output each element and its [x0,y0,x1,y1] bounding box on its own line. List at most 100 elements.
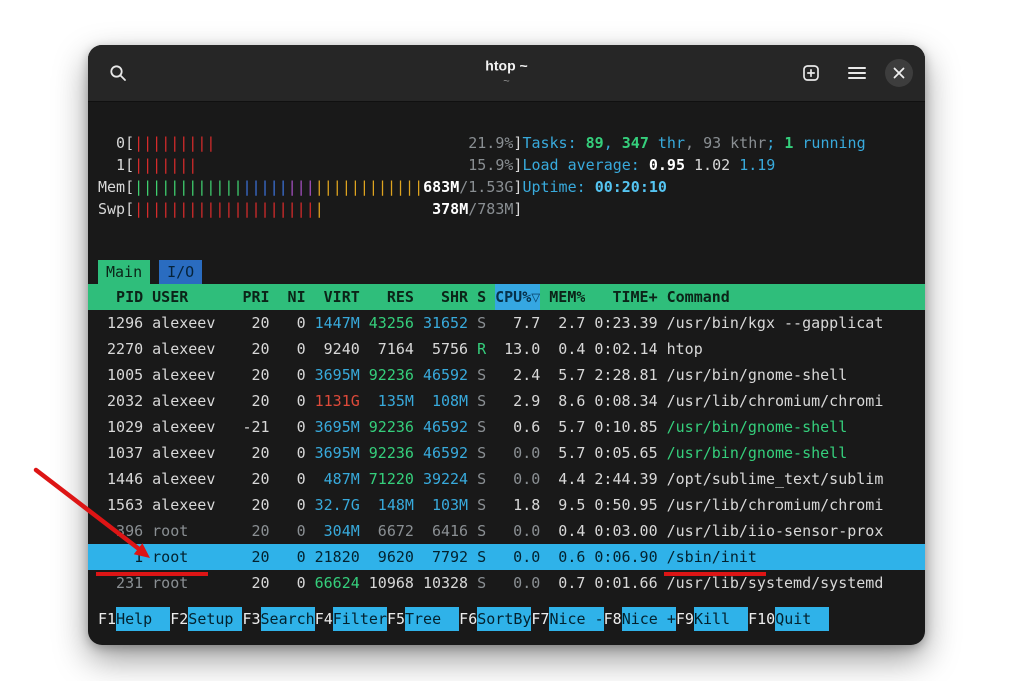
meter-bracket: [ [125,154,134,176]
cell-cpu: 0.0 [495,544,540,570]
cell-res: 43256 [369,310,414,336]
cell-pid: 2032 [98,388,143,414]
cell-virt: 3695M [315,362,360,388]
cell-mem: 4.4 [549,466,585,492]
process-row-pid-1005[interactable]: 1005alexeev2003695M9223646592S2.45.72:28… [88,362,925,388]
cell-s: S [477,440,486,466]
fkey-f7-nice[interactable]: F7Nice - [531,607,603,631]
meter-spacer [324,198,432,220]
column-header-mem[interactable]: MEM% [549,284,585,310]
cell-command: htop [667,336,915,362]
column-header-cpu[interactable]: CPU%▽ [495,284,540,310]
meter-bars: |||||||||21.9% [134,132,513,154]
text-token [730,156,739,174]
fkey-f1-help[interactable]: F1Help [98,607,170,631]
tab-main[interactable]: Main [98,260,150,284]
cell-s: S [477,518,486,544]
cell-s: S [477,492,486,518]
menu-button[interactable] [839,55,875,91]
meter-bars: ||||||||||||||||||||||||||||||||683M/1.5… [134,176,513,198]
process-row-pid-2270[interactable]: 2270alexeev200924071645756R13.00.40:02.1… [88,336,925,362]
fkey-label: Nice + [622,607,676,631]
cell-ni: 0 [279,440,306,466]
fkey-number: F8 [604,607,622,631]
column-header-command[interactable]: Command [667,284,915,310]
meter-bars: |||||||||||||||||||||378M/783M [134,198,513,220]
meter-spacer [197,154,468,176]
fkey-f6-sortby[interactable]: F6SortBy [459,607,531,631]
column-header-virt[interactable]: VIRT [315,284,360,310]
cell-res: 71220 [369,466,414,492]
process-row-pid-1029[interactable]: 1029alexeev-2103695M9223646592S0.65.70:1… [88,414,925,440]
fkey-f10-quit[interactable]: F10Quit [748,607,829,631]
tab-i-o[interactable]: I/O [159,260,202,284]
column-header-ni[interactable]: NI [279,284,306,310]
meter-value: 683M [423,176,459,198]
meter-bar-segment: ||||||||| [134,132,215,154]
process-row-pid-1037[interactable]: 1037alexeev2003695M9223646592S0.05.70:05… [88,440,925,466]
header-stats: Tasks: 89, 347 thr, 93 kthr; 1 runningLo… [522,132,915,220]
cell-res: 9620 [369,544,414,570]
cell-pri: 20 [242,440,269,466]
cell-ni: 0 [279,414,306,440]
column-header-res[interactable]: RES [369,284,414,310]
column-header-time+[interactable]: TIME+ [594,284,657,310]
search-button[interactable] [100,55,136,91]
cell-shr: 103M [423,492,468,518]
column-header-user[interactable]: USER [152,284,233,310]
cell-mem: 5.7 [549,362,585,388]
process-row-pid-231[interactable]: 231root200666241096810328S0.00.70:01.66/… [88,570,925,596]
cell-shr: 7792 [423,544,468,570]
fkey-number: F9 [676,607,694,631]
fkey-f8-nice-+[interactable]: F8Nice + [604,607,676,631]
cell-ni: 0 [279,310,306,336]
cell-pid: 1563 [98,492,143,518]
process-row-pid-1296[interactable]: 1296alexeev2001447M4325631652S7.72.70:23… [88,310,925,336]
text-token: 89 [586,134,604,152]
cell-s: S [477,388,486,414]
cell-s: S [477,362,486,388]
cell-time+: 0:10.85 [594,414,657,440]
column-header-pid[interactable]: PID [98,284,143,310]
cell-mem: 9.5 [549,492,585,518]
cell-virt: 304M [315,518,360,544]
process-row-pid-1446[interactable]: 1446alexeev200487M7122039224S0.04.42:44.… [88,466,925,492]
fkey-f2-setup[interactable]: F2Setup [170,607,242,631]
text-token: 93 [703,134,721,152]
cell-cpu: 0.0 [495,518,540,544]
cell-pri: 20 [242,570,269,596]
cell-res: 148M [369,492,414,518]
process-row-pid-396[interactable]: 396root200304M66726416S0.00.40:03.00/usr… [88,518,925,544]
cell-time+: 0:03.00 [594,518,657,544]
text-token: ; [766,134,784,152]
process-row-pid-1[interactable]: 1root2002182096207792S0.00.60:06.90/sbin… [88,544,925,570]
column-header-pri[interactable]: PRI [242,284,269,310]
column-header-s[interactable]: S [477,284,486,310]
cell-time+: 0:05.65 [594,440,657,466]
new-tab-button[interactable] [793,55,829,91]
cell-pri: 20 [242,518,269,544]
cell-shr: 31652 [423,310,468,336]
fkey-f4-filter[interactable]: F4Filter [315,607,387,631]
fkey-f3-search[interactable]: F3Search [242,607,314,631]
meter-bracket: ] [513,132,522,154]
meter-swp: Swp[|||||||||||||||||||||378M/783M] [98,198,522,220]
close-button[interactable] [885,59,913,87]
cell-command: /usr/lib/chromium/chromi [667,492,915,518]
cell-virt: 3695M [315,414,360,440]
column-header-shr[interactable]: SHR [423,284,468,310]
fkey-f9-kill[interactable]: F9Kill [676,607,748,631]
text-token: thr [649,134,685,152]
meter-bar-segment: ||| [288,176,315,198]
cell-ni: 0 [279,336,306,362]
close-icon [893,67,905,79]
cell-ni: 0 [279,388,306,414]
fkey-f5-tree[interactable]: F5Tree [387,607,459,631]
meter-bar-segment: |||||||||||| [315,176,423,198]
process-row-pid-1563[interactable]: 1563alexeev20032.7G148M103MS1.89.50:50.9… [88,492,925,518]
cell-time+: 0:23.39 [594,310,657,336]
cell-command: /usr/lib/systemd/systemd [667,570,915,596]
meter-value-dim: /1.53G [459,176,513,198]
process-row-pid-2032[interactable]: 2032alexeev2001131G135M108MS2.98.60:08.3… [88,388,925,414]
process-list: 1296alexeev2001447M4325631652S7.72.70:23… [88,310,925,596]
